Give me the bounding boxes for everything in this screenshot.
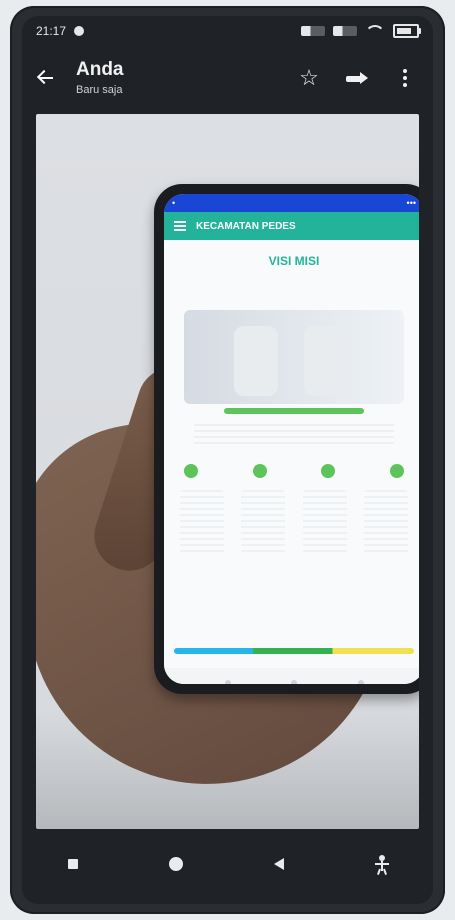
held-phone: • ••• KECAMATAN PEDES VISI MISI — [154, 184, 419, 694]
page-subtitle: Baru saja — [76, 84, 123, 96]
triangle-back-icon — [273, 858, 284, 870]
accessibility-arms — [374, 863, 389, 865]
app-bar-left: Anda Baru saja — [22, 54, 124, 102]
held-phone-content: VISI MISI — [164, 254, 419, 684]
status-right — [301, 24, 421, 38]
official-right — [304, 326, 348, 396]
menu-bar-2 — [174, 225, 186, 227]
signal-icon — [301, 26, 325, 36]
back-button[interactable] — [22, 54, 70, 102]
back-arrow-icon — [37, 69, 55, 87]
held-phone-screen: • ••• KECAMATAN PEDES VISI MISI — [164, 194, 419, 684]
square-icon — [68, 859, 79, 869]
circle-icon — [169, 857, 184, 871]
recent-apps-button[interactable] — [50, 841, 96, 887]
page-title: Anda — [76, 59, 124, 80]
accessibility-leg-right — [382, 868, 387, 875]
official-left — [234, 326, 278, 396]
mission-card-4 — [363, 490, 408, 554]
mission-card-2 — [241, 490, 286, 554]
wifi-icon — [365, 25, 385, 37]
held-nav-dot-2 — [291, 680, 297, 684]
officials-banner — [184, 310, 404, 404]
more-vertical-icon — [402, 68, 408, 88]
app-bar: Anda Baru saja ☆ — [22, 46, 433, 110]
share-button[interactable] — [337, 58, 377, 98]
color-stripe — [174, 648, 414, 654]
mission-icon-1 — [184, 464, 198, 478]
bottom-nav-bar — [22, 824, 433, 904]
status-bar: 21:17 — [22, 16, 433, 46]
small-paragraph — [194, 424, 394, 448]
held-nav-dot-1 — [224, 680, 231, 684]
held-nav-dot-3 — [357, 680, 364, 684]
battery-icon — [393, 24, 421, 38]
held-phone-icons: ••• — [406, 198, 416, 208]
held-phone-status: • ••• — [164, 194, 419, 212]
more-dot-2 — [403, 76, 407, 80]
share-icon — [346, 70, 368, 86]
photo-image: • ••• KECAMATAN PEDES VISI MISI — [36, 114, 419, 829]
mission-card-3 — [302, 490, 347, 554]
held-phone-nav — [164, 668, 419, 684]
held-phone-title: KECAMATAN PEDES — [196, 220, 296, 232]
more-button[interactable] — [385, 58, 425, 98]
home-button[interactable] — [153, 841, 199, 887]
more-dot-1 — [403, 69, 407, 73]
status-left: 21:17 — [36, 24, 85, 38]
battery-fill — [397, 28, 411, 34]
accessibility-icon — [373, 855, 391, 875]
menu-bar-1 — [174, 221, 186, 223]
menu-bar-3 — [174, 229, 186, 231]
accessibility-leg-left — [376, 868, 381, 875]
mission-icon-3 — [321, 464, 336, 478]
app-screen: 21:17 Anda Baru saja ☆ • ••• KECAMATAN P… — [22, 16, 433, 904]
more-dot-3 — [403, 83, 407, 87]
menu-icon — [174, 221, 186, 231]
mission-cards-row — [180, 490, 408, 560]
signal-icon-2 — [333, 26, 357, 36]
app-bar-actions: ☆ — [289, 58, 433, 98]
star-button[interactable]: ☆ — [289, 58, 329, 98]
green-ribbon — [224, 408, 364, 414]
held-phone-time: • — [172, 198, 176, 208]
held-phone-appbar: KECAMATAN PEDES — [164, 212, 419, 240]
mission-icons-row — [184, 464, 404, 484]
status-time: 21:17 — [36, 24, 67, 38]
mission-icon-4 — [389, 464, 404, 478]
device-frame: 21:17 Anda Baru saja ☆ • ••• KECAMATAN P… — [10, 6, 445, 914]
star-icon: ☆ — [299, 65, 319, 90]
system-back-button[interactable] — [256, 841, 302, 887]
title-wrap: Anda Baru saja — [76, 59, 124, 97]
mission-card-1 — [180, 490, 224, 554]
mission-icon-2 — [252, 464, 267, 478]
accessibility-button[interactable] — [359, 841, 405, 887]
visi-misi-title: VISI MISI — [268, 254, 320, 268]
status-dot-icon — [74, 26, 85, 36]
